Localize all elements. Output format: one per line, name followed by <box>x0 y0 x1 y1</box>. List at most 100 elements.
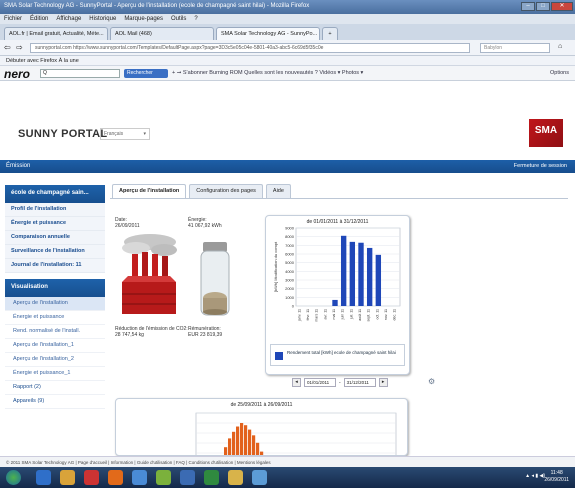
start-button-icon[interactable] <box>6 470 21 485</box>
sidebar-sub-reports[interactable]: Rapport (2) <box>5 381 105 395</box>
emission-link[interactable]: Émission <box>6 163 30 169</box>
home-icon[interactable]: ⌂ <box>558 43 562 50</box>
sidebar-item-energy-power[interactable]: Énergie et puissance <box>5 217 105 231</box>
app-icon-3[interactable] <box>252 470 267 485</box>
monthly-yield-chart: 9000 8000 7000 6000 5000 4000 3000 2000 1000 0 [kW… <box>273 226 401 322</box>
sidebar-item-plant-profile[interactable]: Profil de l'installation <box>5 203 105 217</box>
forward-icon[interactable]: ⇨ <box>16 43 23 52</box>
menu-edit[interactable]: Édition <box>30 16 48 22</box>
date-to-field[interactable]: 31/12/2011 <box>343 378 376 387</box>
y-tick-label: 4000 <box>285 269 295 274</box>
sidebar-sub-energy-power-1[interactable]: Énergie et puissance_1 <box>5 367 105 381</box>
bookmarks-bar[interactable]: Débuter avec Firefox À la une <box>0 56 575 66</box>
firefox-icon[interactable] <box>108 470 123 485</box>
bar <box>375 254 382 306</box>
bar <box>358 242 364 306</box>
date-separator: - <box>339 379 341 386</box>
x-tick-label: août 11 <box>358 309 362 321</box>
sidebar-sub-devices[interactable]: Appareils (9) <box>5 395 105 409</box>
menu-tools[interactable]: Outils <box>171 16 186 22</box>
sidebar-item-monitoring[interactable]: Surveillance de l'installation <box>5 245 105 259</box>
y-tick-label: 7000 <box>285 243 295 248</box>
date-from-field[interactable]: 01/01/2011 <box>304 378 336 387</box>
clock-time: 11:48 <box>550 470 563 476</box>
sidebar-sub-overview-1[interactable]: Aperçu de l'installation_1 <box>5 339 105 353</box>
sidebar-visualisation-header[interactable]: Visualisation <box>5 279 105 297</box>
folder-icon[interactable] <box>60 470 75 485</box>
y-tick-label: 8000 <box>285 234 295 239</box>
plant-name: école de champagné sain... <box>11 190 89 196</box>
previous-period-button[interactable]: ◂ <box>292 378 301 387</box>
close-window-button[interactable]: ✕ <box>551 2 573 11</box>
menu-file[interactable]: Fichier <box>4 16 22 22</box>
window-title-bar: SMA Solar Technology AG - SunnyPortal - … <box>0 0 575 14</box>
language-value: Français <box>104 131 124 137</box>
date-value: 26/09/2011 <box>115 223 140 229</box>
minimize-button[interactable]: – <box>521 2 535 11</box>
bar-2 <box>248 429 252 455</box>
nero-options[interactable]: Options <box>550 70 569 76</box>
sunny-portal-title: SUNNY PORTAL <box>18 128 108 140</box>
menu-help[interactable]: ? <box>194 16 197 22</box>
sidebar-item-logbook[interactable]: Journal de l'installation: 11 <box>5 259 105 273</box>
system-tray[interactable]: ▲ ◂ ▮ ◀) <box>525 473 545 479</box>
menu-view[interactable]: Affichage <box>56 16 81 22</box>
ie-icon[interactable] <box>36 470 51 485</box>
tab-plant-overview[interactable]: Aperçu de l'installation <box>112 184 187 198</box>
browser-tab-sunnyportal[interactable]: SMA Solar Technology AG - SunnyPo... <box>216 27 320 40</box>
browser-tab-aol-mail[interactable]: AOL Mail (468) <box>110 27 214 40</box>
new-tab-button[interactable]: + <box>322 27 338 40</box>
page-footer[interactable]: © 2011 SMA Solar Technology AG | Page d'… <box>0 456 575 467</box>
sidebar-plant-header[interactable]: école de champagné sain... <box>5 185 105 203</box>
next-period-button[interactable]: ▸ <box>378 378 388 387</box>
x-tick-label: mai 11 <box>332 309 336 320</box>
sidebar-sub-overview[interactable]: Aperçu de l'installation <box>5 297 105 311</box>
menu-bookmarks[interactable]: Marque-pages <box>124 16 163 22</box>
settings-gear-icon[interactable]: ⚙ <box>428 377 435 386</box>
tab-help[interactable]: Aide <box>265 184 291 198</box>
search-field[interactable]: Babylon <box>480 43 550 53</box>
x-tick-label: oct. 11 <box>375 309 379 320</box>
word-icon[interactable] <box>180 470 195 485</box>
chart2-title: de 25/09/2011 à 26/09/2011 <box>230 402 293 408</box>
logout-link[interactable]: Fermeture de session <box>514 163 567 169</box>
language-select[interactable]: Français ▾ <box>100 128 150 140</box>
nero-search-button[interactable]: Rechercher <box>124 69 168 78</box>
nero-toolbar-items[interactable]: + ➞ S'abonner Burning ROM Quelles sont l… <box>172 70 363 76</box>
sidebar-sub-normalized-yield[interactable]: Rend. normalisé de l'install. <box>5 325 105 339</box>
y-axis-label: [kWh] Modification du compt <box>273 241 278 292</box>
menu-history[interactable]: Historique <box>89 16 116 22</box>
sidebar-item-annual-comparison[interactable]: Comparaison annuelle <box>5 231 105 245</box>
tab-page-configuration[interactable]: Configuration des pages <box>189 184 263 198</box>
x-tick-label: févr. 11 <box>306 309 310 321</box>
folder-icon-2[interactable] <box>228 470 243 485</box>
y-tick-label: 3000 <box>285 278 295 283</box>
bar <box>366 247 373 306</box>
navigation-bar: ⇦ ⇨ sunnyportal.com https://www.sunnypor… <box>0 40 575 56</box>
back-icon[interactable]: ⇦ <box>4 43 11 52</box>
bar-2 <box>228 438 232 455</box>
nero-search-input[interactable]: Q <box>40 69 120 78</box>
bar-2 <box>240 423 244 455</box>
url-field[interactable]: sunnyportal.com https://www.sunnyportal.… <box>30 43 470 53</box>
coin-jar-illustration <box>200 242 230 316</box>
plot-area <box>295 227 401 307</box>
portal-nav-bar: Émission Fermeture de session <box>0 160 575 173</box>
excel-icon[interactable] <box>204 470 219 485</box>
maximize-button[interactable]: □ <box>536 2 550 11</box>
browser-tabs: AOL.fr | Email gratuit, Actualité, Méte.… <box>0 24 575 40</box>
nero-logo: nero <box>4 67 31 81</box>
sidebar-sub-overview-2[interactable]: Aperçu de l'installation_2 <box>5 353 105 367</box>
nero-toolbar: nero Q Rechercher + ➞ S'abonner Burning … <box>0 66 575 81</box>
app-icon-2[interactable] <box>156 470 171 485</box>
media-icon[interactable] <box>84 470 99 485</box>
x-tick-label: juil. 11 <box>349 309 353 320</box>
bar-2 <box>256 442 260 455</box>
app-icon[interactable] <box>132 470 147 485</box>
sidebar-sub-energy-power[interactable]: Énergie et puissance <box>5 311 105 325</box>
y-tick-label: 9000 <box>285 226 295 231</box>
y-tick-label: 2000 <box>285 286 295 291</box>
browser-tab-aol[interactable]: AOL.fr | Email gratuit, Actualité, Méte.… <box>4 27 108 40</box>
y-tick-label: 6000 <box>285 252 295 257</box>
bar-2 <box>236 426 240 455</box>
